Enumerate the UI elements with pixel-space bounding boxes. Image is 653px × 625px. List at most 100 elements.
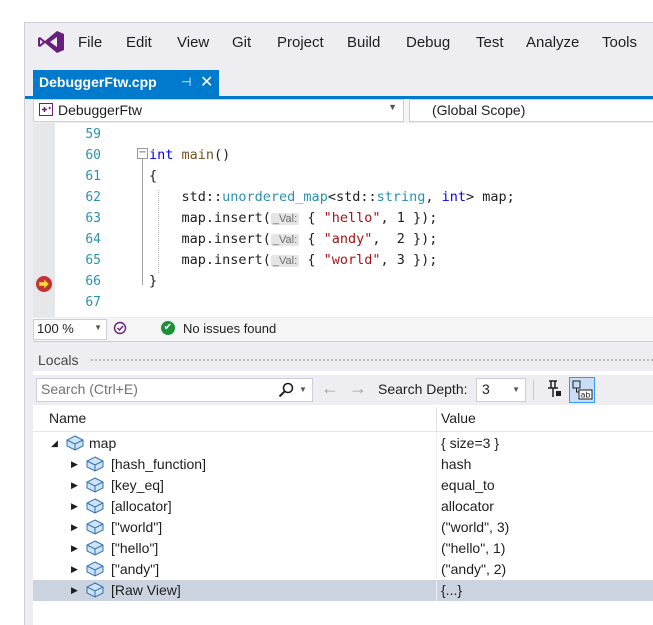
variable-value[interactable]: ("hello", 1) [441,540,505,556]
menu-git[interactable]: Git [232,34,251,51]
hexadecimal-display-icon[interactable]: ab [569,377,595,403]
collapse-arrow-icon[interactable]: ◢ [51,438,58,449]
object-icon [86,582,104,598]
variable-value[interactable]: { size=3 } [441,435,499,451]
table-row-selected[interactable]: ▶ [Raw View] {...} [33,580,653,601]
menu-build[interactable]: Build [347,34,380,51]
variable-name: [Raw View] [111,582,181,598]
scope-dropdown[interactable]: (Global Scope) [409,99,653,122]
code-line-60: int main() [149,147,231,163]
issues-status[interactable]: No issues found [183,321,276,336]
variable-value[interactable]: equal_to [441,477,495,493]
cell-separator [436,433,437,454]
code-line-66: } [149,273,158,289]
variable-name: [key_eq] [111,477,164,493]
document-tab-strip: DebuggerFtw.cpp ⊣ ✕ [25,70,653,99]
outline-guide [142,159,143,285]
scope-dropdown-label: (Global Scope) [432,102,526,118]
menu-analyze[interactable]: Analyze [526,34,579,51]
svg-text:ab: ab [581,391,591,400]
locals-window: Locals ▼ ← → Search Depth: 3 ▼ [33,349,653,625]
column-separator[interactable] [436,407,437,431]
menu-edit[interactable]: Edit [126,34,152,51]
cell-separator [436,559,437,580]
document-tab[interactable]: DebuggerFtw.cpp ⊣ ✕ [33,70,219,96]
pin-source-icon[interactable] [543,378,563,400]
column-header-name[interactable]: Name [49,410,86,426]
table-row[interactable]: ▶ ["hello"] ("hello", 1) [33,538,653,559]
cell-separator [436,517,437,538]
line-number: 67 [85,295,101,310]
parameter-hint: _Val: [270,234,300,246]
expand-arrow-icon[interactable]: ▶ [71,459,78,470]
table-row[interactable]: ▶ [allocator] allocator [33,496,653,517]
menu-project[interactable]: Project [277,34,324,51]
locals-title-bar[interactable]: Locals [33,349,653,371]
expand-arrow-icon[interactable]: ▶ [71,543,78,554]
cell-separator [436,475,437,496]
variable-name: ["hello"] [111,540,159,556]
locals-grid-header: Name Value [33,407,653,432]
object-icon [86,477,104,493]
variable-value[interactable]: hash [441,456,471,472]
expand-arrow-icon[interactable]: ▶ [71,480,78,491]
table-row[interactable]: ▶ ["andy"] ("andy", 2) [33,559,653,580]
line-number: 60 [85,148,101,163]
expand-arrow-icon[interactable]: ▶ [71,585,78,596]
code-editor[interactable]: 59 60 61 62 63 64 65 66 67 − int main() … [33,123,653,317]
project-dropdown-label: DebuggerFtw [58,102,143,118]
expand-arrow-icon[interactable]: ▶ [71,564,78,575]
table-row[interactable]: ▶ ["world"] ("world", 3) [33,517,653,538]
expand-arrow-icon[interactable]: ▶ [71,501,78,512]
check-circle-icon: ✔ [161,321,175,335]
parameter-hint: _Val: [270,213,300,225]
chevron-down-icon[interactable]: ▼ [299,385,307,394]
locals-title: Locals [38,352,79,368]
project-dropdown[interactable]: DebuggerFtw ▼ [33,99,404,122]
search-previous-icon[interactable]: ← [321,378,339,399]
column-header-value[interactable]: Value [441,410,476,426]
search-input[interactable] [37,379,281,399]
table-row[interactable]: ▶ [key_eq] equal_to [33,475,653,496]
variable-value[interactable]: {...} [441,582,462,598]
menu-test[interactable]: Test [476,34,504,51]
navigation-bar: DebuggerFtw ▼ (Global Scope) [33,99,653,122]
menu-file[interactable]: File [78,34,102,51]
visual-studio-logo-icon[interactable] [37,30,65,54]
parameter-hint: _Val: [270,255,300,267]
variable-name: [allocator] [111,498,172,514]
variable-name: ["andy"] [111,561,160,577]
code-line-62: std::unordered_map<std::string, int> map… [149,189,515,205]
chevron-down-icon: ▼ [94,323,102,332]
code-line-63: map.insert(_Val: { "hello", 1 }); [149,210,438,226]
variable-value[interactable]: ("andy", 2) [441,561,506,577]
chevron-down-icon: ▼ [388,102,397,112]
drag-grip[interactable] [90,358,653,363]
chevron-down-icon: ▼ [512,385,520,394]
table-row[interactable]: ◢ map { size=3 } [33,433,653,454]
close-tab-icon[interactable]: ✕ [200,72,213,92]
collapse-toggle-icon[interactable]: − [137,148,148,159]
line-number: 65 [85,253,101,268]
zoom-dropdown[interactable]: 100 % ▼ [33,319,107,340]
menu-debug[interactable]: Debug [406,34,450,51]
search-next-icon[interactable]: → [349,378,367,399]
search-depth-dropdown[interactable]: 3 ▼ [476,378,526,402]
menu-bar: File Edit View Git Project Build Debug T… [25,23,653,63]
menu-tools[interactable]: Tools [602,34,637,51]
search-depth-value: 3 [482,381,490,397]
line-number: 59 [85,127,101,142]
code-line-64: map.insert(_Val: { "andy", 2 }); [149,231,438,247]
search-icon[interactable] [278,382,294,398]
variable-value[interactable]: allocator [441,498,494,514]
variable-value[interactable]: ("world", 3) [441,519,509,535]
menu-view[interactable]: View [177,34,209,51]
line-number: 61 [85,169,101,184]
code-health-icon[interactable] [113,321,127,335]
search-box[interactable]: ▼ [36,378,313,402]
variable-name: ["world"] [111,519,163,535]
pin-tab-icon[interactable]: ⊣ [181,75,191,89]
cell-separator [436,496,437,517]
table-row[interactable]: ▶ [hash_function] hash [33,454,653,475]
expand-arrow-icon[interactable]: ▶ [71,522,78,533]
